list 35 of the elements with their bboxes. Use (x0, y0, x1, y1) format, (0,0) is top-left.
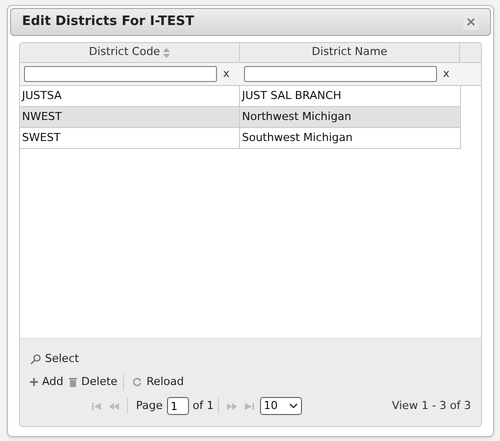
table-row[interactable]: NWEST Northwest Michigan (20, 107, 461, 128)
clear-filter-button[interactable]: x (223, 66, 230, 82)
view-range: View 1 - 3 of 3 (392, 398, 471, 414)
add-button[interactable]: Add (30, 374, 64, 390)
clear-filter-button[interactable]: x (443, 66, 450, 82)
table-cell: Northwest Michigan (240, 107, 461, 127)
dialog-title: Edit Districts For I-TEST (22, 13, 194, 32)
filter-field[interactable] (24, 66, 217, 82)
table-cell: JUSTSA (20, 86, 240, 106)
first-page-icon[interactable] (92, 402, 101, 410)
page-size-select[interactable]: 10 (260, 397, 302, 415)
table-cell: NWEST (20, 107, 240, 127)
reload-icon (132, 377, 142, 387)
table-cell: Southwest Michigan (240, 128, 461, 148)
last-page-icon[interactable] (244, 402, 254, 410)
table-cell: JUST SAL BRANCH (240, 86, 461, 106)
next-page-icon[interactable] (226, 402, 237, 410)
select-button[interactable]: Select (30, 351, 79, 367)
page-label: Page (136, 398, 163, 414)
search-icon (30, 354, 41, 364)
plus-icon (30, 378, 38, 386)
reload-button[interactable]: Reload (132, 374, 184, 390)
delete-button[interactable]: Delete (69, 374, 118, 390)
sort-icon (163, 48, 170, 58)
trash-icon (69, 377, 78, 387)
page-count: of 1 (192, 398, 214, 414)
previous-page-icon[interactable] (109, 402, 119, 410)
filter-field[interactable] (244, 66, 437, 82)
table-row[interactable]: JUSTSA JUST SAL BRANCH (20, 86, 461, 107)
chevron-down-icon (288, 403, 298, 409)
table-cell: SWEST (20, 128, 240, 148)
table-row[interactable]: SWEST Southwest Michigan (20, 128, 461, 149)
column-header[interactable]: District Code (20, 43, 240, 62)
page-field[interactable]: 1 (166, 397, 189, 415)
column-header[interactable]: District Name (240, 43, 460, 62)
